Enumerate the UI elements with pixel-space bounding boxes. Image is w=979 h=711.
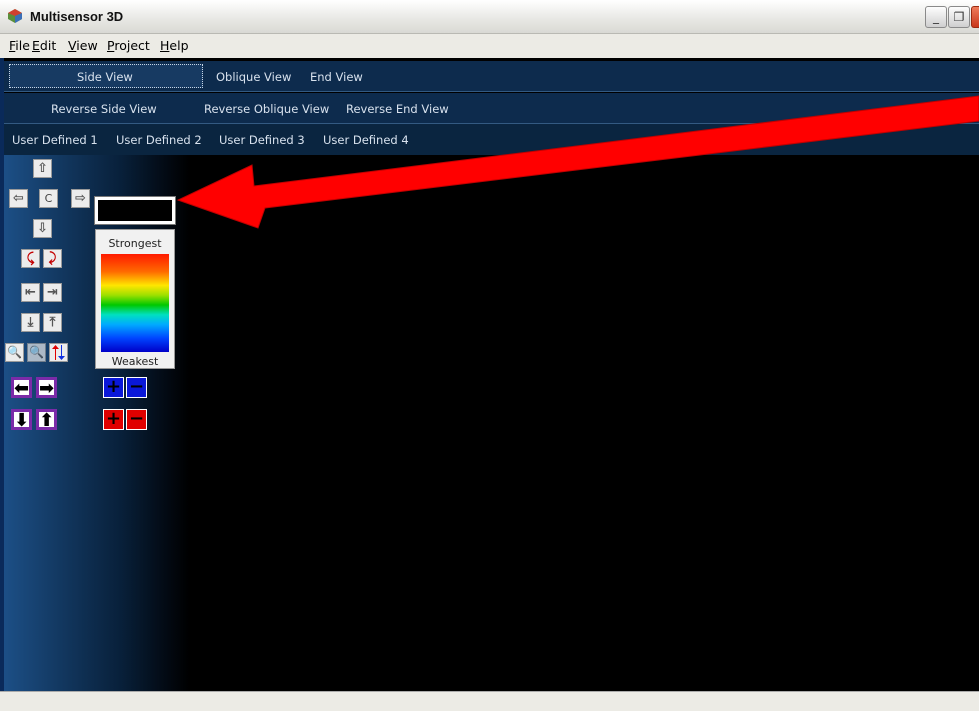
pan-down-button[interactable]: ⇩: [33, 219, 52, 238]
center-button[interactable]: C: [39, 189, 58, 208]
tab-row-2: Reverse Side View Reverse Oblique View R…: [4, 93, 979, 124]
pan-up-button[interactable]: ⇧: [33, 159, 52, 178]
skip-end-button[interactable]: ⇥: [43, 283, 62, 302]
rotate-left-icon: ⤹: [26, 251, 35, 266]
menu-help[interactable]: Help: [160, 38, 189, 53]
shift-right-button[interactable]: ➡: [36, 377, 57, 398]
menu-view[interactable]: View: [68, 38, 98, 53]
skip-start-icon: ⇤: [25, 285, 36, 300]
zoom-in-button[interactable]: 🔍: [5, 343, 24, 362]
pan-right-button[interactable]: ⇨: [71, 189, 90, 208]
window-title: Multisensor 3D: [30, 9, 124, 24]
arrow-to-bottom-icon: ⤓: [27, 315, 34, 330]
tab-end-view[interactable]: End View: [310, 70, 363, 84]
zoom-out-button[interactable]: 🔍: [27, 343, 46, 362]
arrow-up-icon: ⇧: [37, 161, 48, 176]
arrow-right-icon: ➡: [39, 378, 55, 399]
rotate-right-button[interactable]: ⤸: [43, 249, 62, 268]
tab-reverse-end-view[interactable]: Reverse End View: [346, 102, 449, 116]
plus-icon: +: [105, 376, 122, 397]
tab-oblique-view[interactable]: Oblique View: [216, 70, 291, 84]
color-swatch[interactable]: [94, 196, 176, 225]
swap-order-button[interactable]: [49, 343, 68, 362]
app-icon: [8, 9, 22, 23]
zoom-in-icon: 🔍: [7, 345, 22, 359]
arrow-to-top-icon: ⤒: [49, 315, 56, 330]
menu-file[interactable]: File: [9, 38, 30, 53]
arrow-down-icon: ⇩: [37, 221, 48, 236]
legend-weakest-label: Weakest: [111, 355, 159, 368]
minus-icon: −: [128, 376, 145, 397]
tab-reverse-side-view[interactable]: Reverse Side View: [51, 102, 157, 116]
tab-user-defined-2[interactable]: User Defined 2: [116, 133, 202, 147]
plus-icon: +: [105, 408, 122, 429]
move-top-button[interactable]: ⤒: [43, 313, 62, 332]
zoom-out-icon: 🔍: [29, 345, 44, 359]
menu-project[interactable]: Project: [107, 38, 150, 53]
minimize-button[interactable]: _: [925, 6, 947, 28]
move-bottom-button[interactable]: ⤓: [21, 313, 40, 332]
red-plus-button[interactable]: +: [103, 409, 124, 430]
signal-strength-legend: Strongest Weakest: [95, 229, 175, 369]
shift-down-button[interactable]: ⬇: [11, 409, 32, 430]
tab-reverse-oblique-view[interactable]: Reverse Oblique View: [204, 102, 329, 116]
skip-start-button[interactable]: ⇤: [21, 283, 40, 302]
arrow-right-icon: ⇨: [75, 191, 86, 206]
restore-button[interactable]: ❐: [948, 6, 970, 28]
tab-side-view[interactable]: Side View: [77, 70, 133, 84]
arrow-down-icon: ⬇: [14, 410, 30, 431]
swap-arrows-icon: [52, 345, 65, 360]
rotate-right-icon: ⤸: [48, 251, 57, 266]
shift-left-button[interactable]: ⬅: [11, 377, 32, 398]
arrow-up-icon: ⬆: [39, 410, 55, 431]
menu-edit[interactable]: Edit: [32, 38, 56, 53]
tab-user-defined-4[interactable]: User Defined 4: [323, 133, 409, 147]
arrow-left-icon: ⬅: [14, 378, 30, 399]
skip-end-icon: ⇥: [47, 285, 58, 300]
close-button[interactable]: [971, 6, 979, 28]
tab-user-defined-1[interactable]: User Defined 1: [12, 133, 98, 147]
tab-row-3: User Defined 1 User Defined 2 User Defin…: [4, 124, 979, 155]
blue-minus-button[interactable]: −: [126, 377, 147, 398]
tab-user-defined-3[interactable]: User Defined 3: [219, 133, 305, 147]
legend-color-bar: [101, 254, 169, 352]
minus-icon: −: [128, 408, 145, 429]
shift-up-button[interactable]: ⬆: [36, 409, 57, 430]
status-bar: [0, 691, 979, 711]
legend-strongest-label: Strongest: [108, 237, 162, 250]
menu-bar: File Edit View Project Help: [0, 34, 979, 58]
pan-left-button[interactable]: ⇦: [9, 189, 28, 208]
arrow-left-icon: ⇦: [13, 191, 24, 206]
tab-row-1: Side View Oblique View End View: [4, 61, 979, 92]
rotate-left-button[interactable]: ⤹: [21, 249, 40, 268]
red-minus-button[interactable]: −: [126, 409, 147, 430]
title-bar: Multisensor 3D _ ❐: [0, 0, 979, 34]
blue-plus-button[interactable]: +: [103, 377, 124, 398]
